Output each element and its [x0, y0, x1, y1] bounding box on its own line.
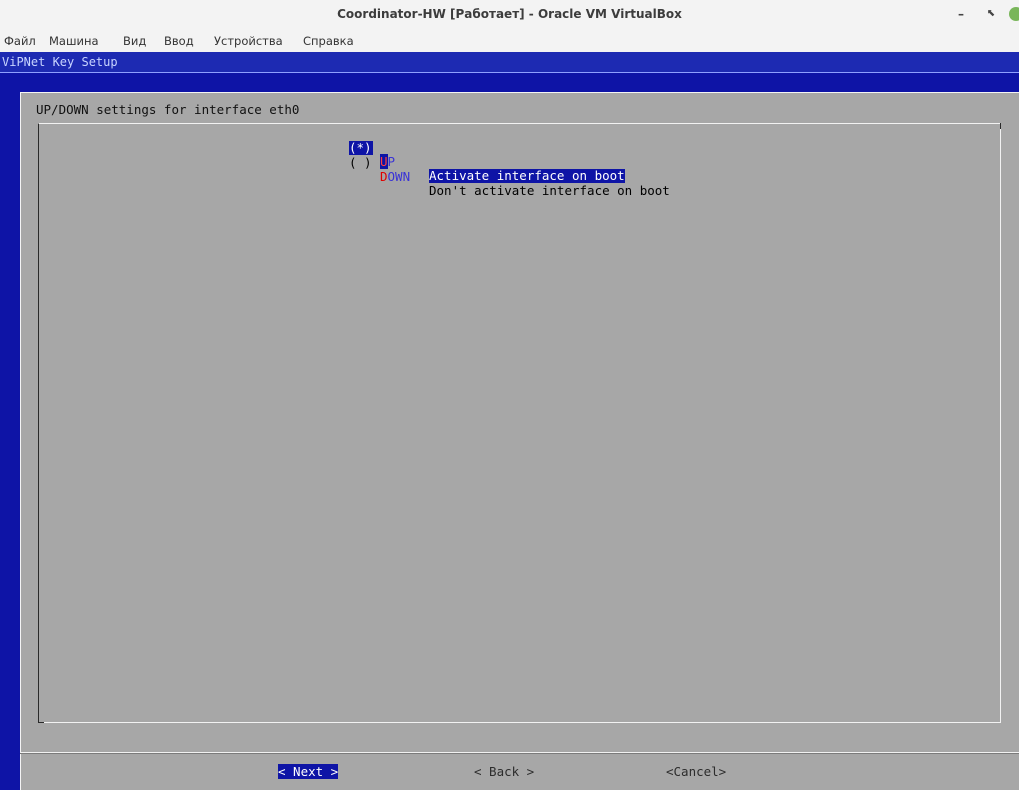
- vm-header: ViPNet Key Setup: [0, 52, 1019, 73]
- maximize-icon[interactable]: ⬉: [983, 6, 999, 22]
- tag-rest: OWN: [387, 169, 411, 184]
- option-up[interactable]: (*) UP Activate interface on boot: [349, 127, 625, 183]
- window-titlebar: Coordinator-HW [Работает] - Oracle VM Vi…: [0, 0, 1019, 30]
- dialog-title: UP/DOWN settings for interface eth0: [36, 102, 300, 117]
- radio-down[interactable]: ( ): [349, 156, 373, 170]
- vm-screen[interactable]: ViPNet Key Setup UP/DOWN settings for in…: [0, 52, 1019, 790]
- menubar: Файл Машина Вид Ввод Устройства Справка: [0, 30, 1019, 52]
- app-title: ViPNet Key Setup: [2, 55, 118, 69]
- option-description: Activate interface on boot: [429, 168, 625, 183]
- cancel-button[interactable]: <Cancel>: [666, 764, 726, 779]
- dialog-border-left: [20, 92, 21, 790]
- menu-view[interactable]: Вид: [123, 34, 146, 48]
- next-button[interactable]: < Next >: [278, 764, 339, 779]
- list-corner: [38, 722, 44, 723]
- option-tag-down: DOWN: [380, 170, 410, 184]
- menu-devices[interactable]: Устройства: [214, 34, 283, 48]
- minimize-icon[interactable]: –: [953, 6, 969, 22]
- option-description: Don't activate interface on boot: [429, 183, 670, 198]
- option-down[interactable]: ( ) DOWN Don't activate interface on boo…: [349, 142, 670, 198]
- close-icon[interactable]: [1009, 7, 1019, 21]
- hotkey-d: D: [380, 169, 388, 184]
- option-list: (*) UP Activate interface on boot ( ) DO…: [38, 123, 1001, 723]
- menu-input[interactable]: Ввод: [164, 34, 194, 48]
- list-corner: [1000, 123, 1001, 129]
- menu-help[interactable]: Справка: [303, 34, 354, 48]
- back-button[interactable]: < Back >: [474, 764, 534, 779]
- menu-machine[interactable]: Машина: [49, 34, 99, 48]
- window-title: Coordinator-HW [Работает] - Oracle VM Vi…: [337, 7, 682, 21]
- settings-dialog: UP/DOWN settings for interface eth0 (*) …: [20, 92, 1019, 790]
- dialog-border-top: [20, 92, 1019, 93]
- button-separator-shadow: [20, 753, 1019, 754]
- menu-file[interactable]: Файл: [4, 34, 36, 48]
